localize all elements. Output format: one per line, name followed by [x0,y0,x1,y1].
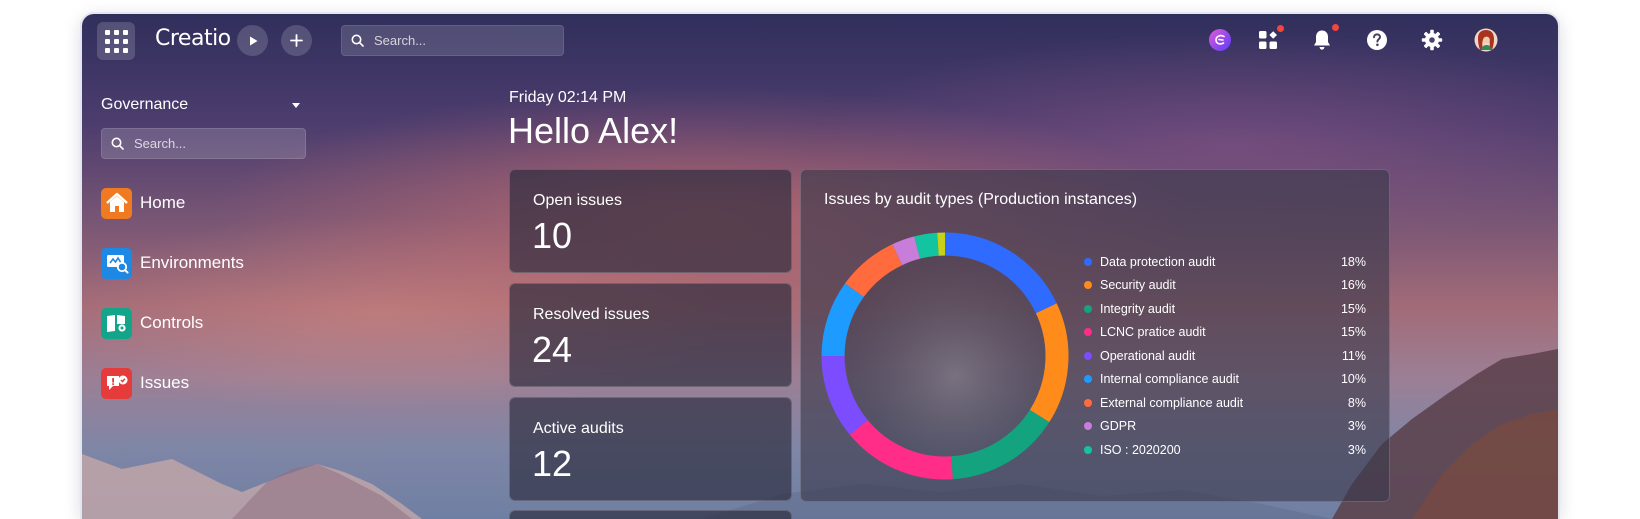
metric-card-resolved-issues[interactable]: Resolved issues 24 [509,283,792,387]
legend-label: Internal compliance audit [1100,372,1239,387]
legend-label: Integrity audit [1100,301,1176,316]
legend-swatch [1084,257,1092,266]
search-icon [111,137,124,150]
sidebar-item-label: Controls [140,313,204,332]
metric-value: 24 [532,329,573,370]
donut-slice-8[interactable] [914,232,939,259]
legend-item[interactable]: External compliance audit 8% [1084,391,1366,415]
app-window: Creatio Search... Governance Search... H… [82,14,1558,519]
legend-item[interactable]: Security audit 16% [1084,274,1366,298]
play-icon [249,36,257,45]
legend-value: 15% [1340,325,1366,340]
help-icon [1367,30,1387,50]
metric-label: Open issues [533,192,622,209]
page-title: Hello Alex! [508,110,679,151]
home-icon [101,187,132,219]
legend-value: 11% [1341,348,1366,363]
legend-label: Operational audit [1100,348,1196,363]
metric-card-active-audits[interactable]: Active audits 12 [509,397,792,501]
global-search-input[interactable] [374,33,544,48]
sidebar-item-environments[interactable]: Environments [101,247,244,279]
marketplace-button[interactable] [1254,25,1284,54]
legend-value: 15% [1340,301,1366,316]
sidebar-item-home[interactable]: Home [101,187,185,219]
legend-swatch [1084,351,1092,360]
marketplace-badge [1277,25,1284,32]
metric-card-partial[interactable] [509,510,792,519]
legend-label: Data protection audit [1100,254,1216,269]
legend-swatch [1084,375,1092,384]
legend-swatch [1084,445,1092,454]
legend-label: External compliance audit [1100,395,1244,410]
current-datetime: Friday 02:14 PM [509,89,627,106]
bell-icon [1314,30,1330,50]
issues-icon [101,367,132,399]
legend-swatch [1084,281,1092,290]
legend-value: 18% [1340,254,1366,269]
legend-item[interactable]: Operational audit 11% [1084,344,1366,368]
sidebar-item-label: Home [140,193,186,212]
sidebar: Governance Home Environments Controls [82,66,342,519]
ai-assistant-icon [1209,29,1231,51]
legend-label: GDPR [1100,419,1137,434]
legend-swatch [1084,304,1092,313]
chart-legend: Data protection audit 18% Security audit 16… [1084,250,1366,462]
legend-swatch [1084,398,1092,407]
legend-item[interactable]: LCNC pratice audit 15% [1084,321,1366,345]
environments-icon [101,247,132,279]
notifications-badge [1332,24,1339,31]
legend-label: Security audit [1100,278,1176,293]
metric-card-open-issues[interactable]: Open issues 10 [509,169,792,273]
legend-item[interactable]: Data protection audit 18% [1084,250,1366,274]
avatar [1474,28,1498,52]
sidebar-item-label: Issues [140,373,190,392]
legend-value: 3% [1347,419,1366,434]
donut-chart [821,232,1069,480]
top-bar: Creatio [82,14,1558,66]
metric-label: Resolved issues [533,306,650,323]
run-process-button[interactable] [237,25,268,56]
sidebar-search[interactable] [101,128,306,159]
legend-swatch [1084,328,1092,337]
app-launcher-button[interactable] [97,22,135,60]
legend-value: 16% [1340,278,1366,293]
sidebar-item-controls[interactable]: Controls [101,307,203,339]
grid-icon [104,29,128,53]
legend-swatch [1084,422,1092,431]
donut-slice-7[interactable] [892,236,921,266]
user-avatar[interactable] [1472,26,1500,54]
legend-value: 8% [1347,395,1366,410]
help-button[interactable] [1363,26,1391,54]
legend-item[interactable]: Internal compliance audit 10% [1084,368,1366,392]
notifications-button[interactable] [1308,24,1339,54]
apps-icon [1259,31,1277,49]
metric-value: 10 [532,215,573,256]
legend-item[interactable]: Integrity audit 15% [1084,297,1366,321]
chart-title: Issues by audit types (Production instan… [824,191,1138,208]
metric-label: Active audits [533,420,624,437]
settings-button[interactable] [1418,26,1446,54]
workspace-selector[interactable]: Governance [101,96,188,114]
ai-assistant-button[interactable] [1206,26,1234,54]
sidebar-item-issues[interactable]: Issues [101,367,189,399]
gear-icon [1421,29,1443,51]
legend-value: 10% [1340,372,1366,387]
creatio-logo[interactable]: Creatio [155,26,231,51]
metric-value: 12 [532,443,573,484]
legend-value: 3% [1347,442,1366,457]
search-icon [351,34,364,47]
global-search[interactable] [341,25,564,56]
controls-icon [101,307,132,339]
create-new-button[interactable] [281,25,312,56]
chevron-down-icon[interactable] [292,103,300,108]
plus-icon [290,34,303,47]
sidebar-item-label: Environments [140,253,244,272]
sidebar-search-input[interactable] [134,136,304,151]
legend-label: ISO : 2020200 [1100,442,1181,457]
legend-label: LCNC pratice audit [1100,325,1206,340]
legend-item[interactable]: GDPR 3% [1084,415,1366,439]
chart-issues-by-audit-type: Issues by audit types (Production instan… [800,169,1390,502]
legend-item[interactable]: ISO : 2020200 3% [1084,438,1366,462]
